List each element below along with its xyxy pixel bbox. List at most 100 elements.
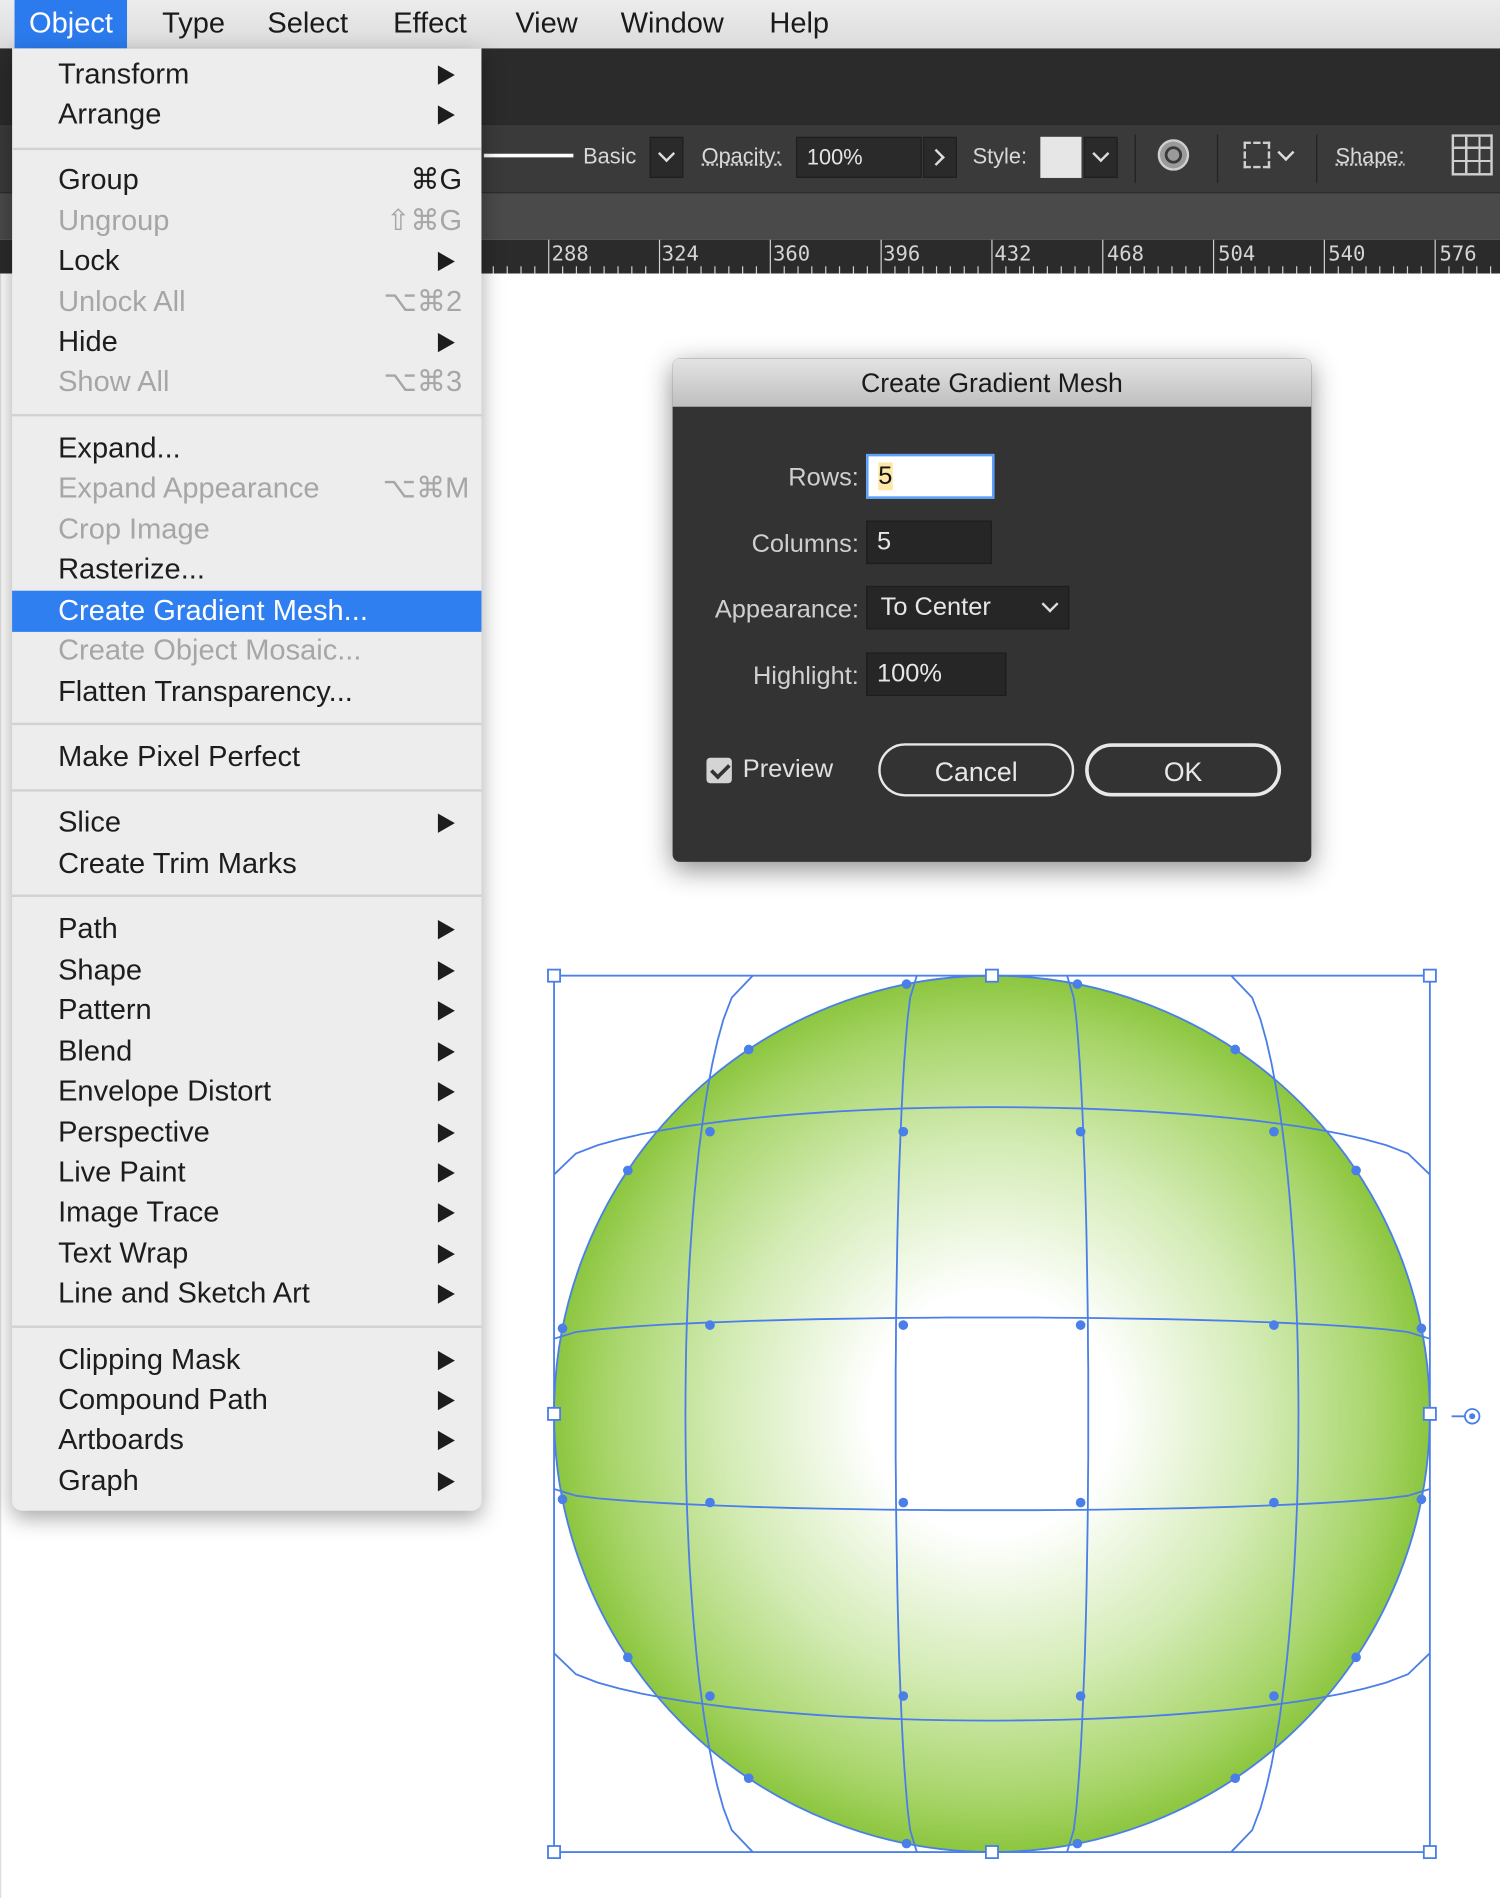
menu-item-label: Group xyxy=(58,163,139,197)
menu-item-artboards[interactable]: Artboards xyxy=(12,1420,481,1461)
submenu-arrow-icon xyxy=(437,1123,455,1143)
submenu-arrow-icon xyxy=(437,332,455,353)
menu-item-shape[interactable]: Shape xyxy=(12,950,481,991)
submenu-arrow-icon xyxy=(437,65,455,85)
menu-item-label: Create Gradient Mesh... xyxy=(58,594,368,628)
submenu-arrow-icon xyxy=(437,251,455,272)
highlight-input[interactable]: 100% xyxy=(866,652,1007,697)
menu-separator xyxy=(12,722,482,726)
menu-item-label: Live Paint xyxy=(58,1156,186,1189)
menu-item-create-gradient-mesh[interactable]: Create Gradient Mesh... xyxy=(12,590,482,632)
menu-item-label: Pattern xyxy=(58,993,152,1027)
menu-item-label: Rasterize... xyxy=(58,553,205,586)
menu-separator xyxy=(12,1325,482,1328)
menu-item-label: Hide xyxy=(58,325,118,359)
menu-separator xyxy=(12,789,482,792)
menu-item-arrange[interactable]: Arrange xyxy=(12,94,481,135)
submenu-arrow-icon xyxy=(437,813,455,833)
menu-item-label: Slice xyxy=(58,806,122,839)
submenu-arrow-icon xyxy=(437,1350,455,1371)
menu-item-label: Crop Image xyxy=(58,513,210,546)
menu-item-shortcut: ⌥⌘M xyxy=(382,472,470,505)
dialog-title: Create Gradient Mesh xyxy=(861,367,1123,399)
submenu-arrow-icon xyxy=(437,919,455,940)
menu-item-group[interactable]: Group ⌘G xyxy=(12,160,481,201)
columns-input[interactable]: 5 xyxy=(866,520,992,565)
rows-input[interactable]: 5 xyxy=(866,453,995,499)
menu-item-clipping-mask[interactable]: Clipping Mask xyxy=(12,1340,481,1381)
menu-item-text-wrap[interactable]: Text Wrap xyxy=(12,1233,481,1274)
menu-item-label: Envelope Distort xyxy=(58,1074,272,1108)
menu-item-label: Compound Path xyxy=(58,1383,268,1417)
center-point-widget-icon[interactable] xyxy=(1451,1408,1481,1425)
menu-item-pattern[interactable]: Pattern xyxy=(12,990,481,1031)
menu-item-label: Clipping Mask xyxy=(58,1343,241,1377)
dialog-titlebar[interactable]: Create Gradient Mesh xyxy=(672,358,1312,407)
checkmark-icon xyxy=(710,759,731,780)
menu-item-lock[interactable]: Lock xyxy=(12,241,481,282)
submenu-arrow-icon xyxy=(437,1042,455,1062)
menu-item-label: Transform xyxy=(58,58,190,91)
preview-checkbox[interactable] xyxy=(706,757,732,784)
appearance-label: Appearance: xyxy=(714,595,859,624)
cancel-button[interactable]: Cancel xyxy=(878,743,1075,797)
highlight-label: Highlight: xyxy=(752,662,859,690)
menu-item-compound-path[interactable]: Compound Path xyxy=(12,1380,481,1421)
menu-item-image-trace[interactable]: Image Trace xyxy=(12,1192,481,1233)
menu-item-label: Artboards xyxy=(58,1423,184,1457)
submenu-arrow-icon xyxy=(437,1284,455,1304)
menu-item-shortcut: ⇧⌘G xyxy=(386,204,463,238)
menu-item-transform[interactable]: Transform xyxy=(12,54,481,95)
menu-item-label: Expand Appearance xyxy=(58,472,320,505)
rows-value: 5 xyxy=(878,462,893,491)
submenu-arrow-icon xyxy=(437,1430,455,1451)
ok-button[interactable]: OK xyxy=(1085,743,1282,797)
menu-item-label: Graph xyxy=(58,1464,139,1498)
menu-item-label: Blend xyxy=(58,1034,133,1068)
menu-item-path[interactable]: Path xyxy=(12,909,481,950)
menu-item-unlock-all: Unlock All ⌥⌘2 xyxy=(12,282,481,323)
menu-item-flatten-transparency[interactable]: Flatten Transparency... xyxy=(12,672,481,713)
menu-item-label: Unlock All xyxy=(58,285,186,319)
menu-item-label: Arrange xyxy=(58,98,162,131)
submenu-arrow-icon xyxy=(437,1244,455,1264)
appearance-select[interactable]: To Center xyxy=(866,585,1070,630)
columns-label: Columns: xyxy=(751,530,859,559)
menu-separator xyxy=(12,413,482,417)
menu-item-blend[interactable]: Blend xyxy=(12,1031,481,1072)
menu-item-create-object-mosaic: Create Object Mosaic... xyxy=(12,631,481,672)
submenu-arrow-icon xyxy=(437,105,455,125)
menu-item-label: Image Trace xyxy=(58,1195,220,1229)
menu-item-hide[interactable]: Hide xyxy=(12,322,481,363)
menu-item-envelope-distort[interactable]: Envelope Distort xyxy=(12,1071,481,1112)
menu-item-rasterize[interactable]: Rasterize... xyxy=(12,550,481,591)
submenu-arrow-icon xyxy=(437,1390,455,1411)
menu-item-live-paint[interactable]: Live Paint xyxy=(12,1152,481,1193)
submenu-arrow-icon xyxy=(437,1203,455,1223)
appearance-value: To Center xyxy=(880,593,991,621)
menu-separator xyxy=(12,147,482,151)
menu-item-shortcut: ⌥⌘2 xyxy=(383,285,463,319)
menu-item-label: Lock xyxy=(58,244,120,278)
menu-item-label: Path xyxy=(58,912,118,946)
screenshot-frame: Object Type Select Effect View Window He… xyxy=(0,0,1500,1898)
menu-item-label: Ungroup xyxy=(58,204,170,238)
menu-item-shortcut: ⌘G xyxy=(410,163,463,197)
menu-item-expand[interactable]: Expand... xyxy=(12,429,481,470)
submenu-arrow-icon xyxy=(437,1001,455,1021)
menu-item-graph[interactable]: Graph xyxy=(12,1461,481,1502)
menu-item-create-trim-marks[interactable]: Create Trim Marks xyxy=(12,844,481,885)
menu-item-expand-appearance: Expand Appearance ⌥⌘M xyxy=(12,468,481,509)
menu-item-label: Show All xyxy=(58,365,170,399)
menu-item-make-pixel-perfect[interactable]: Make Pixel Perfect xyxy=(12,737,481,778)
submenu-arrow-icon xyxy=(437,1471,455,1492)
menu-item-perspective[interactable]: Perspective xyxy=(12,1112,481,1153)
menu-item-line-and-sketch-art[interactable]: Line and Sketch Art xyxy=(12,1273,481,1314)
object-menu: Transform Arrange Group ⌘G Ungroup ⇧⌘G Loc… xyxy=(12,48,482,1511)
submenu-arrow-icon xyxy=(437,1082,455,1102)
menu-item-slice[interactable]: Slice xyxy=(12,803,481,844)
preview-label[interactable]: Preview xyxy=(743,755,833,784)
submenu-arrow-icon xyxy=(437,961,455,981)
menu-item-label: Expand... xyxy=(58,432,181,465)
menu-item-label: Make Pixel Perfect xyxy=(58,740,301,774)
